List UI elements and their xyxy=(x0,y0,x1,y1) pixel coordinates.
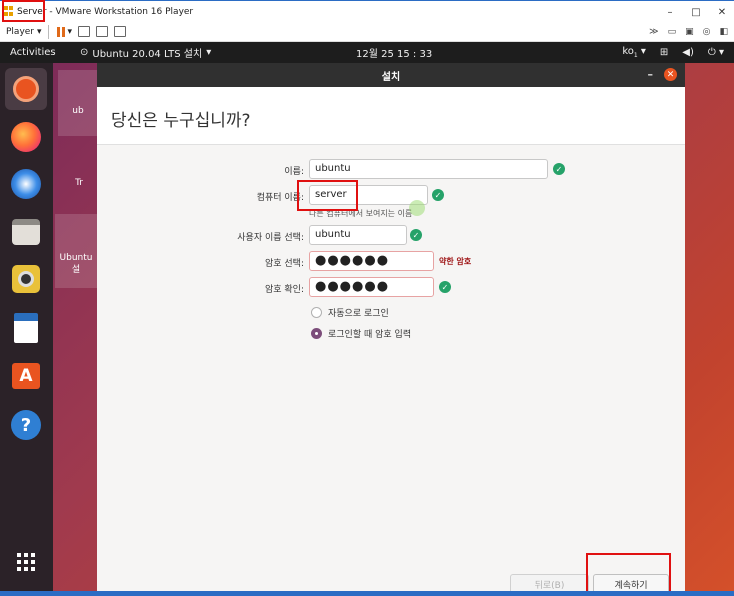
desktop-icon-trash[interactable]: Tr xyxy=(60,148,98,198)
desktop-icon-label: ub xyxy=(72,106,84,116)
name-label: 이름: xyxy=(284,167,304,177)
input-method-label: ko xyxy=(622,46,634,57)
username-label: 사용자 이름 선택: xyxy=(237,233,304,243)
player-menu-button[interactable]: Player ▾ xyxy=(6,27,42,37)
toolbar-device-icons: ≫ ▭ ▣ ◎ ◧ xyxy=(649,27,728,37)
password-strength-label: 약한 암호 xyxy=(439,257,472,266)
dock-installer[interactable] xyxy=(5,68,47,110)
vm-name: Server xyxy=(17,6,47,17)
username-input[interactable]: ubuntu xyxy=(309,225,407,245)
maximize-icon[interactable]: □ xyxy=(690,7,702,18)
pause-icon[interactable] xyxy=(56,26,65,37)
dock-files[interactable] xyxy=(9,215,43,249)
clock[interactable]: 12월 25 15 : 33 xyxy=(356,45,432,60)
ubuntu-dock: A ? xyxy=(0,63,53,591)
hard-disk-icon[interactable]: ▭ xyxy=(668,27,677,37)
app-menu-label: Ubuntu 20.04 LTS 설치 xyxy=(92,49,203,60)
auto-login-option[interactable]: 자동으로 로그인 xyxy=(311,306,389,319)
ubuntu-top-bar: Activities ⊙ Ubuntu 20.04 LTS 설치 ▾ 12월 2… xyxy=(0,42,734,63)
dock-thunderbird[interactable] xyxy=(9,167,43,201)
desktop-icon-label: Tr xyxy=(75,178,83,188)
rhythmbox-icon xyxy=(12,265,40,293)
auto-login-radio[interactable] xyxy=(311,307,322,318)
dock-writer[interactable] xyxy=(9,311,43,345)
files-icon xyxy=(12,219,40,245)
fullscreen-icon[interactable] xyxy=(96,26,109,37)
input-method-indicator[interactable]: ko1 ▾ xyxy=(622,46,646,59)
confirm-password-input[interactable]: ●●●●●● xyxy=(309,277,434,297)
computer-name-hint: 다른 컴퓨터에서 보여지는 이름 xyxy=(309,209,413,218)
chevron-down-icon: ▾ xyxy=(37,26,42,37)
desktop-icon-label: Ubuntu xyxy=(59,253,93,263)
mouse-cursor-highlight xyxy=(409,200,425,216)
volume-icon[interactable]: ◀) xyxy=(682,47,694,58)
close-icon[interactable]: ✕ xyxy=(664,68,677,81)
check-icon: ✓ xyxy=(432,189,444,201)
app-grid-icon xyxy=(17,553,35,571)
vmware-window-title: Server - VMware Workstation 16 Player xyxy=(17,7,193,17)
help-icon: ? xyxy=(11,410,41,440)
password-input[interactable]: ●●●●●● xyxy=(309,251,434,271)
close-icon[interactable]: ✕ xyxy=(716,7,728,18)
firefox-icon xyxy=(11,122,41,152)
check-icon: ✓ xyxy=(439,281,451,293)
vmware-title-bar: Server - VMware Workstation 16 Player – … xyxy=(0,0,734,22)
app-menu[interactable]: ⊙ Ubuntu 20.04 LTS 설치 ▾ xyxy=(80,45,211,60)
unity-mode-icon[interactable] xyxy=(114,26,127,37)
computer-name-label: 컴퓨터 이름: xyxy=(256,193,304,203)
installer-window-title: 설치 xyxy=(381,71,401,83)
host-taskbar-strip xyxy=(0,591,734,596)
chevron-down-icon: ▾ xyxy=(206,47,212,58)
installer-app-icon: ⊙ xyxy=(80,47,89,58)
dock-firefox[interactable] xyxy=(9,120,43,154)
player-menu-label: Player xyxy=(6,26,35,37)
toolbar-divider xyxy=(47,24,49,39)
thunderbird-icon xyxy=(11,169,41,199)
network-icon[interactable]: ▣ xyxy=(685,27,694,37)
require-password-option[interactable]: 로그인할 때 암호 입력 xyxy=(311,327,411,340)
minimize-icon[interactable]: – xyxy=(664,7,676,18)
require-password-label: 로그인할 때 암호 입력 xyxy=(328,330,412,340)
power-icon[interactable]: ⏻ ▾ xyxy=(708,47,724,58)
input-method-sub: 1 xyxy=(633,52,638,59)
minimize-icon[interactable]: – xyxy=(648,68,654,81)
require-password-radio[interactable] xyxy=(311,328,322,339)
sound-icon[interactable]: ◧ xyxy=(719,27,728,37)
ubuntu-logo-icon xyxy=(13,76,39,102)
name-input[interactable]: ubuntu xyxy=(309,159,548,179)
dock-help[interactable]: ? xyxy=(9,408,43,442)
check-icon: ✓ xyxy=(410,229,422,241)
vmware-toolbar: Player ▾ ▾ ≫ ▭ ▣ ◎ ◧ xyxy=(0,22,734,42)
desktop-icon-home[interactable]: ub xyxy=(58,70,98,136)
window-controls: – □ ✕ xyxy=(664,1,728,23)
network-icon[interactable]: ⊞ xyxy=(660,47,668,58)
cdrom-icon[interactable]: ◎ xyxy=(703,27,711,37)
page-title: 당신은 누구십니까? xyxy=(111,111,251,131)
auto-login-label: 자동으로 로그인 xyxy=(328,309,389,319)
dock-show-apps[interactable] xyxy=(9,545,43,579)
installer-form: 이름: ubuntu ✓ 컴퓨터 이름: server ✓ 다른 컴퓨터에서 보… xyxy=(97,145,685,594)
system-tray: ko1 ▾ ⊞ ◀) ⏻ ▾ xyxy=(622,46,724,59)
installer-window: 설치 – ✕ 당신은 누구십니까? 이름: ubuntu ✓ 컴퓨터 이름: s… xyxy=(97,63,685,594)
vmware-title-rest: - VMware Workstation 16 Player xyxy=(46,6,194,17)
chevron-down-icon[interactable]: ▾ xyxy=(68,27,73,37)
send-ctrl-alt-del-icon[interactable] xyxy=(78,26,91,37)
desktop-icon-sublabel: 설 xyxy=(71,265,81,275)
desktop-icon-installer[interactable]: Ubuntu 설 xyxy=(55,214,97,288)
password-label: 암호 선택: xyxy=(264,259,304,269)
installer-header-bar: 설치 – ✕ xyxy=(97,63,685,87)
forward-icon[interactable]: ≫ xyxy=(649,27,658,37)
software-store-icon: A xyxy=(12,363,40,389)
writer-icon xyxy=(14,313,38,343)
dock-rhythmbox[interactable] xyxy=(9,262,43,296)
check-icon: ✓ xyxy=(553,163,565,175)
activities-button[interactable]: Activities xyxy=(10,47,56,58)
vmware-app-icon xyxy=(4,5,14,18)
confirm-password-label: 암호 확인: xyxy=(264,285,304,295)
dock-software[interactable]: A xyxy=(9,359,43,393)
